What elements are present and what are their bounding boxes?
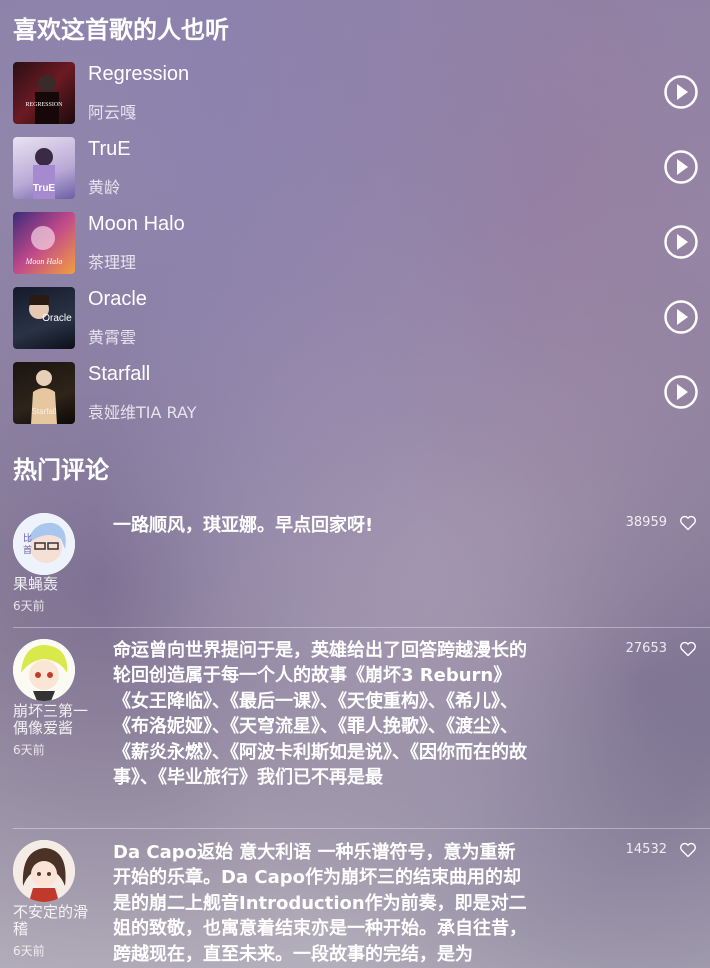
song-item[interactable]: Starfall Starfall 袁娅维TIA RAY xyxy=(13,362,698,424)
avatar[interactable] xyxy=(13,639,75,701)
comment-divider xyxy=(13,627,710,628)
like-count: 27653 xyxy=(625,641,667,656)
heart-icon[interactable] xyxy=(679,641,697,657)
song-artist[interactable]: 黄霄雲 xyxy=(88,324,136,348)
comment-text: Da Capo返始 意大利语 一种乐谱符号，意为重新开始的乐章。Da Capo作… xyxy=(113,842,527,965)
play-icon[interactable] xyxy=(664,75,698,109)
song-item[interactable]: Oracle Oracle 黄霄雲 xyxy=(13,287,698,349)
svg-text:首: 首 xyxy=(23,544,32,556)
heart-icon[interactable] xyxy=(679,842,697,858)
heart-icon[interactable] xyxy=(679,515,697,531)
song-item[interactable]: TruE TruE 黄龄 xyxy=(13,137,698,199)
like-count: 38959 xyxy=(625,515,667,530)
cover-text: REGRESSION xyxy=(25,102,63,108)
play-icon[interactable] xyxy=(664,300,698,334)
comment-time: 6天前 xyxy=(13,599,45,613)
song-item[interactable]: REGRESSION Regression 阿云嘎 xyxy=(13,62,698,124)
comment-username[interactable]: 崩坏三第一偶像爱酱 xyxy=(13,703,95,737)
like-count: 14532 xyxy=(625,842,667,857)
cover-text: TruE xyxy=(33,183,56,194)
song-title[interactable]: Starfall xyxy=(88,363,150,386)
comment-text: 一路顺风，琪亚娜。早点回家呀! xyxy=(113,515,374,536)
song-title[interactable]: Regression xyxy=(88,63,189,86)
cover-text: Oracle xyxy=(42,313,72,324)
comment-username[interactable]: 不安定的滑稽 xyxy=(13,904,95,938)
song-artist[interactable]: 阿云嘎 xyxy=(88,99,136,123)
avatar[interactable]: 比首 xyxy=(13,513,75,575)
song-title[interactable]: TruE xyxy=(88,138,131,161)
play-icon[interactable] xyxy=(664,150,698,184)
song-title[interactable]: Moon Halo xyxy=(88,213,185,236)
song-artist[interactable]: 黄龄 xyxy=(88,174,120,198)
avatar[interactable] xyxy=(13,840,75,902)
similar-songs-title: 喜欢这首歌的人也听 xyxy=(13,16,229,44)
play-icon[interactable] xyxy=(664,375,698,409)
comment-divider xyxy=(13,828,710,829)
play-icon[interactable] xyxy=(664,225,698,259)
hot-comments-title: 热门评论 xyxy=(13,456,109,484)
cover-text: Starfall xyxy=(32,407,57,416)
cover-text: Moon Halo xyxy=(25,257,63,266)
album-cover[interactable]: TruE xyxy=(13,137,75,199)
album-cover[interactable]: REGRESSION xyxy=(13,62,75,124)
album-cover[interactable]: Moon Halo xyxy=(13,212,75,274)
comment-time: 6天前 xyxy=(13,944,45,958)
song-title[interactable]: Oracle xyxy=(88,288,147,311)
song-artist[interactable]: 袁娅维TIA RAY xyxy=(88,399,196,423)
svg-text:比: 比 xyxy=(23,532,32,544)
comment-username[interactable]: 果蝇轰 xyxy=(13,576,95,593)
song-item[interactable]: Moon Halo Moon Halo 茶理理 xyxy=(13,212,698,274)
comment-text: 命运曾向世界提问于是，英雄给出了回答跨越漫长的轮回创造属于每一个人的故事《崩坏3… xyxy=(113,640,527,789)
song-artist[interactable]: 茶理理 xyxy=(88,249,136,273)
album-cover[interactable]: Oracle xyxy=(13,287,75,349)
album-cover[interactable]: Starfall xyxy=(13,362,75,424)
comment-time: 6天前 xyxy=(13,743,45,757)
